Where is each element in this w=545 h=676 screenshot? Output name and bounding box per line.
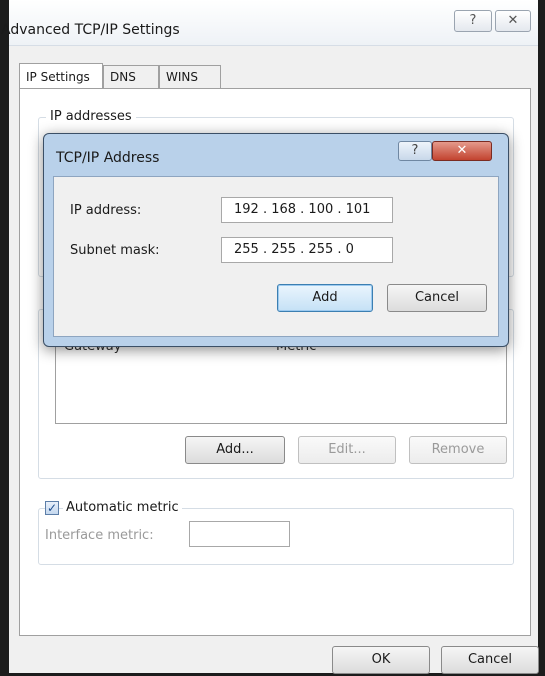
dialog-help-button[interactable]: ?: [398, 141, 432, 161]
subnet-mask-label: Subnet mask:: [70, 243, 160, 258]
ip-address-field[interactable]: 192 . 168 . 100 . 101: [221, 197, 393, 223]
cancel-button[interactable]: Cancel: [441, 646, 539, 674]
tab-ip-settings[interactable]: IP Settings: [19, 63, 103, 89]
ok-button[interactable]: OK: [332, 646, 430, 674]
dialog-add-button[interactable]: Add: [277, 284, 373, 312]
gateway-list[interactable]: Gateway Metric: [55, 336, 507, 424]
gateway-edit-button[interactable]: Edit...: [298, 436, 396, 464]
dialog-close-icon: ✕: [456, 143, 468, 158]
gateway-remove-button[interactable]: Remove: [409, 436, 507, 464]
automatic-metric-checkbox[interactable]: ✓: [45, 501, 59, 515]
ip-addresses-label: IP addresses: [46, 109, 136, 124]
dialog-title: TCP/IP Address: [56, 150, 160, 166]
close-button[interactable]: ✕: [495, 10, 531, 32]
automatic-metric-group: ✓ Automatic metric Interface metric:: [38, 500, 514, 565]
dialog-help-icon: ?: [411, 143, 419, 158]
help-icon: ?: [469, 13, 477, 28]
automatic-metric-label[interactable]: Automatic metric: [63, 500, 182, 515]
window-titlebar: Advanced TCP/IP Settings ? ✕: [1, 0, 538, 46]
help-button[interactable]: ?: [454, 10, 492, 32]
ip-address-label: IP address:: [70, 203, 142, 218]
close-icon: ✕: [507, 13, 519, 28]
dialog-cancel-button[interactable]: Cancel: [387, 284, 487, 312]
interface-metric-label: Interface metric:: [45, 528, 154, 543]
tcpip-address-dialog: TCP/IP Address ? ✕ IP address: 192 . 168…: [43, 133, 509, 347]
dialog-body: IP address: 192 . 168 . 100 . 101 Subnet…: [53, 176, 499, 337]
tab-dns[interactable]: DNS: [103, 65, 159, 89]
screen-frame-left: [0, 0, 9, 676]
gateway-add-button[interactable]: Add...: [185, 436, 285, 464]
interface-metric-input[interactable]: [189, 521, 290, 547]
tab-wins[interactable]: WINS: [159, 65, 221, 89]
screen-frame-right: [538, 0, 545, 676]
dialog-close-button[interactable]: ✕: [432, 141, 492, 161]
checkmark-icon: ✓: [46, 501, 58, 515]
subnet-mask-field[interactable]: 255 . 255 . 255 . 0: [221, 237, 393, 263]
window-title: Advanced TCP/IP Settings: [1, 22, 180, 38]
